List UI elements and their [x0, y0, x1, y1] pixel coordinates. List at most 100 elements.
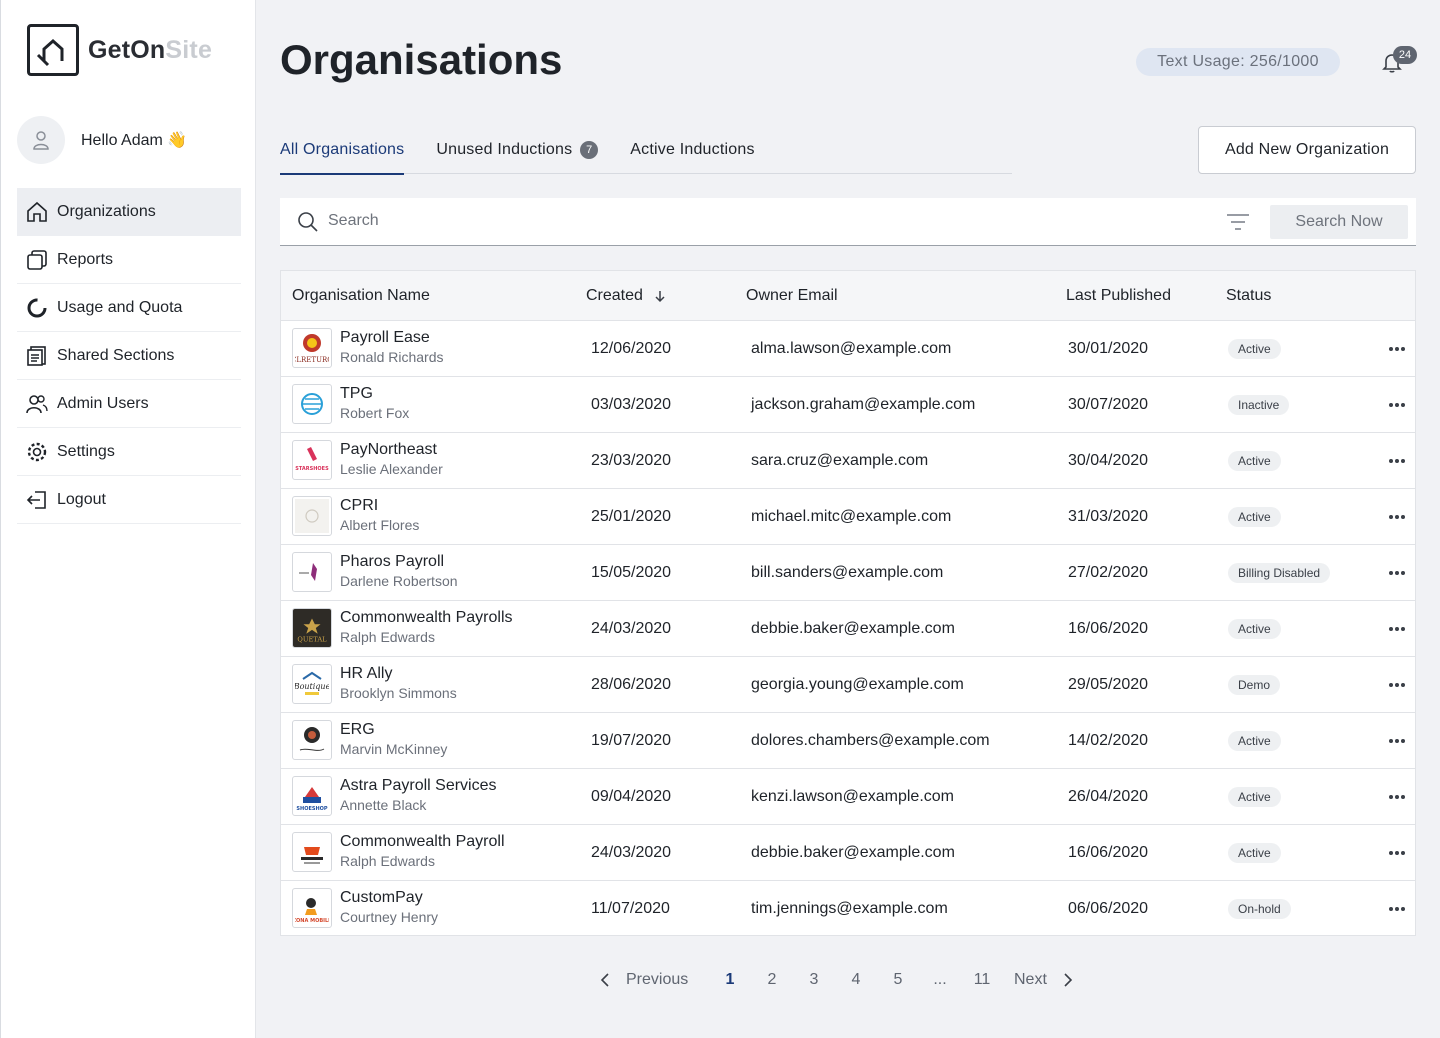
- filter-icon[interactable]: [1226, 212, 1250, 232]
- organisation-name[interactable]: Commonwealth Payroll: [340, 833, 505, 851]
- organisation-name[interactable]: HR Ally: [340, 665, 392, 683]
- sidebar-item-label: Admin Users: [57, 394, 149, 412]
- gear-icon: [25, 440, 49, 464]
- more-options-icon[interactable]: [1389, 739, 1405, 743]
- organisation-name[interactable]: CPRI: [340, 497, 378, 515]
- sidebar: GetOnSite Hello Adam 👋 Organizations Repo…: [0, 0, 256, 1038]
- more-options-icon[interactable]: [1389, 571, 1405, 575]
- column-header-created[interactable]: Created: [586, 271, 667, 321]
- created-date: 24/03/2020: [591, 620, 672, 637]
- page-number-button[interactable]: 1: [709, 966, 751, 994]
- admin-users-icon: [25, 392, 49, 416]
- organisation-logo: SHOESHOP: [292, 776, 332, 816]
- table-row[interactable]: SHOESHOP Astra Payroll Services Annette Bl…: [281, 769, 1415, 825]
- more-options-icon[interactable]: [1389, 515, 1405, 519]
- column-header-status[interactable]: Status: [1226, 271, 1271, 321]
- svg-text:ZONA MOBILE: ZONA MOBILE: [295, 918, 329, 924]
- last-published-date: 16/06/2020: [1068, 844, 1149, 861]
- organisation-name[interactable]: Pharos Payroll: [340, 553, 444, 571]
- organisation-name[interactable]: ERG: [340, 721, 375, 739]
- organisation-name[interactable]: CustomPay: [340, 889, 423, 907]
- created-date: 25/01/2020: [591, 508, 672, 525]
- last-published-date: 30/04/2020: [1068, 452, 1149, 469]
- brand-name-part2: Site: [165, 35, 213, 64]
- tab-active-inductions[interactable]: Active Inductions: [630, 126, 754, 174]
- page-number-button[interactable]: 5: [877, 966, 919, 994]
- page-number-button[interactable]: 11: [961, 966, 1003, 994]
- sidebar-item-label: Reports: [57, 250, 114, 268]
- table-row[interactable]: ZONA MOBILE CustomPay Courtney Henry 11/07/…: [281, 881, 1415, 937]
- reports-icon: [25, 248, 49, 272]
- shared-sections-icon: [25, 344, 49, 368]
- more-options-icon[interactable]: [1389, 627, 1405, 631]
- svg-text:CLRETURO: CLRETURO: [295, 356, 329, 364]
- tab-unused-inductions[interactable]: Unused Inductions 7: [436, 126, 599, 174]
- table-row[interactable]: QUETAL Commonwealth Payrolls Ralph Edwards…: [281, 601, 1415, 657]
- owner-email: tim.jennings@example.com: [751, 900, 948, 917]
- status-badge: Active: [1228, 731, 1281, 751]
- last-published-date: 06/06/2020: [1068, 900, 1149, 917]
- sidebar-item-reports[interactable]: Reports: [17, 236, 241, 284]
- sidebar-item-settings[interactable]: Settings: [17, 428, 241, 476]
- status-badge: Active: [1228, 507, 1281, 527]
- table-row[interactable]: CLRETURO Payroll Ease Ronald Richards 12/06…: [281, 321, 1415, 377]
- more-options-icon[interactable]: [1389, 907, 1405, 911]
- more-options-icon[interactable]: [1389, 683, 1405, 687]
- table-row[interactable]: STARSHOES PayNortheast Leslie Alexander 23/…: [281, 433, 1415, 489]
- svg-text:STARSHOES: STARSHOES: [295, 466, 329, 472]
- page-number-button[interactable]: 3: [793, 966, 835, 994]
- logout-icon: [25, 488, 49, 512]
- search-input[interactable]: [328, 198, 1208, 244]
- organisation-name[interactable]: Commonwealth Payrolls: [340, 609, 513, 627]
- column-header-last-published[interactable]: Last Published: [1066, 271, 1171, 321]
- more-options-icon[interactable]: [1389, 403, 1405, 407]
- organisation-name[interactable]: Payroll Ease: [340, 329, 430, 347]
- sidebar-item-shared-sections[interactable]: Shared Sections: [17, 332, 241, 380]
- add-new-organization-button[interactable]: Add New Organization: [1198, 126, 1416, 174]
- column-header-created-label: Created: [586, 287, 643, 304]
- last-published-date: 31/03/2020: [1068, 508, 1149, 525]
- organisation-name[interactable]: Astra Payroll Services: [340, 777, 497, 795]
- more-options-icon[interactable]: [1389, 851, 1405, 855]
- logo-house-icon: [27, 24, 79, 76]
- owner-email: michael.mitc@example.com: [751, 508, 952, 525]
- last-published-date: 16/06/2020: [1068, 620, 1149, 637]
- table-row[interactable]: TPG Robert Fox 03/03/2020 jackson.graham@ex…: [281, 377, 1415, 433]
- search-now-button[interactable]: Search Now: [1270, 205, 1408, 239]
- owner-email: dolores.chambers@example.com: [751, 732, 990, 749]
- tab-count-badge: 7: [580, 141, 599, 159]
- page-number-button[interactable]: 2: [751, 966, 793, 994]
- sidebar-item-usage-and-quota[interactable]: Usage and Quota: [17, 284, 241, 332]
- organisation-name[interactable]: PayNortheast: [340, 441, 437, 459]
- more-options-icon[interactable]: [1389, 347, 1405, 351]
- notification-count-badge: 24: [1393, 46, 1417, 64]
- page-number-button[interactable]: 4: [835, 966, 877, 994]
- table-row[interactable]: ERG Marvin McKinney 19/07/2020 dolores.cham…: [281, 713, 1415, 769]
- column-header-name[interactable]: Organisation Name: [292, 271, 430, 321]
- tab-all-organisations[interactable]: All Organisations: [280, 126, 405, 175]
- organisation-name[interactable]: TPG: [340, 385, 373, 403]
- status-badge: On-hold: [1228, 899, 1291, 919]
- sidebar-item-label: Logout: [57, 490, 106, 508]
- search-icon: [298, 212, 318, 232]
- column-header-email[interactable]: Owner Email: [746, 271, 838, 321]
- table-row[interactable]: Boutique HR Ally Brooklyn Simmons 28/06/202…: [281, 657, 1415, 713]
- user-profile[interactable]: Hello Adam 👋: [17, 116, 187, 164]
- sidebar-item-logout[interactable]: Logout: [17, 476, 241, 524]
- last-published-date: 30/01/2020: [1068, 340, 1149, 357]
- sidebar-item-admin-users[interactable]: Admin Users: [17, 380, 241, 428]
- status-badge: Demo: [1228, 675, 1281, 695]
- organisation-owner: Robert Fox: [340, 405, 410, 421]
- more-options-icon[interactable]: [1389, 795, 1405, 799]
- status-badge: Active: [1228, 843, 1281, 863]
- previous-page-button[interactable]: Previous: [600, 966, 700, 994]
- sidebar-item-organizations[interactable]: Organizations: [17, 188, 241, 236]
- next-page-button[interactable]: Next: [1014, 966, 1094, 994]
- table-row[interactable]: CPRI Albert Flores 25/01/2020 michael.mitc@…: [281, 489, 1415, 545]
- brand-logo[interactable]: GetOnSite: [27, 24, 212, 76]
- tab-label: All Organisations: [280, 141, 405, 158]
- more-options-icon[interactable]: [1389, 459, 1405, 463]
- organisation-owner: Brooklyn Simmons: [340, 685, 457, 701]
- table-row[interactable]: Pharos Payroll Darlene Robertson 15/05/202…: [281, 545, 1415, 601]
- table-row[interactable]: Commonwealth Payroll Ralph Edwards 24/03/2…: [281, 825, 1415, 881]
